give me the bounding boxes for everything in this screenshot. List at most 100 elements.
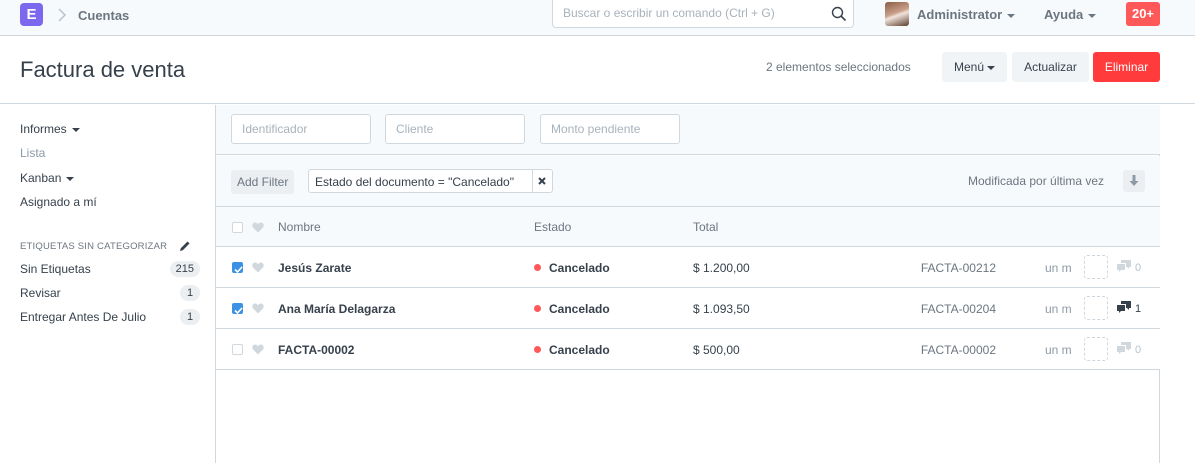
list-panel: Add Filter Estado del documento = "Cance…: [215, 105, 1160, 463]
customer-filter-input[interactable]: [385, 114, 525, 144]
row-total: $ 1.093,50: [693, 302, 750, 316]
row-modified: un m: [1045, 261, 1072, 275]
assign-placeholder[interactable]: [1084, 296, 1108, 320]
row-title[interactable]: Jesús Zarate: [278, 261, 351, 275]
user-menu[interactable]: Administrator: [917, 7, 1016, 22]
tag-label: Revisar: [20, 286, 61, 300]
caret-down-icon: [71, 127, 80, 132]
outstanding-filter-input[interactable]: [540, 114, 680, 144]
tag-count: 215: [169, 261, 200, 277]
tag-label: Sin Etiquetas: [20, 262, 91, 276]
heart-icon[interactable]: [252, 262, 264, 273]
select-all-checkbox[interactable]: [232, 222, 243, 233]
row-title[interactable]: FACTA-00002: [278, 343, 354, 357]
status-badge[interactable]: Cancelado: [549, 302, 610, 316]
assign-placeholder[interactable]: [1084, 255, 1108, 279]
help-label: Ayuda: [1044, 7, 1084, 22]
sidebar-item-label: Kanban: [20, 171, 62, 185]
check-icon: [234, 266, 243, 274]
list-row[interactable]: Ana María Delagarza Cancelado $ 1.093,50…: [216, 288, 1160, 329]
sidebar-tag[interactable]: Sin Etiquetas 215: [20, 260, 200, 278]
list-row[interactable]: FACTA-00002 Cancelado $ 500,00 FACTA-000…: [216, 329, 1160, 370]
row-total: $ 1.200,00: [693, 261, 750, 275]
heart-icon[interactable]: [252, 222, 264, 233]
divider: [532, 170, 533, 192]
sidebar: Informes Lista Kanban Asignado a mí ETIQ…: [0, 105, 215, 463]
search-icon[interactable]: [831, 6, 847, 22]
app-logo[interactable]: E: [20, 3, 43, 26]
menu-button[interactable]: Menú: [942, 52, 1007, 82]
filter-tag[interactable]: Estado del documento = "Cancelado": [308, 169, 553, 193]
sort-selector[interactable]: Modificada por última vez: [968, 174, 1104, 188]
assign-placeholder[interactable]: [1084, 337, 1108, 361]
status-badge[interactable]: Cancelado: [549, 343, 610, 357]
breadcrumb[interactable]: Cuentas: [78, 8, 129, 23]
row-id: FACTA-00204: [920, 302, 996, 316]
status-indicator: [534, 346, 541, 353]
delete-button[interactable]: Eliminar: [1093, 52, 1160, 82]
search-input[interactable]: [563, 6, 823, 20]
filter-tag-label: Estado del documento = "Cancelado": [315, 175, 514, 189]
status-indicator: [534, 264, 541, 271]
sidebar-item-assigned[interactable]: Asignado a mí: [20, 195, 97, 209]
check-icon: [234, 307, 243, 315]
navbar: E Cuentas Administrator Ayuda 20+: [0, 0, 1195, 36]
row-checkbox[interactable]: [232, 303, 243, 315]
tag-label: Entregar Antes De Julio: [20, 310, 147, 324]
caret-down-icon: [987, 65, 996, 70]
column-header-name: Nombre: [278, 220, 321, 234]
sort-order-button[interactable]: [1123, 170, 1145, 192]
pencil-icon[interactable]: [179, 240, 191, 252]
id-filter-input[interactable]: [231, 114, 371, 144]
sidebar-item-label: Informes: [20, 122, 67, 136]
status-indicator: [534, 305, 541, 312]
sidebar-tag[interactable]: Entregar Antes De Julio 1: [20, 308, 200, 326]
sidebar-tag[interactable]: Revisar 1: [20, 284, 200, 302]
awesome-bar[interactable]: [552, 0, 854, 28]
chevron-right-icon: [58, 8, 67, 22]
comment-icon: [1117, 301, 1131, 313]
caret-down-icon: [1007, 13, 1016, 18]
caret-down-icon: [1088, 13, 1097, 18]
list-header: Nombre Estado Total: [216, 207, 1160, 247]
comment-icon: [1117, 342, 1131, 354]
row-checkbox[interactable]: [232, 262, 243, 274]
row-title[interactable]: Ana María Delagarza: [278, 302, 395, 316]
sidebar-item-kanban[interactable]: Kanban: [20, 171, 75, 185]
row-modified: un m: [1045, 343, 1072, 357]
help-menu[interactable]: Ayuda: [1044, 7, 1097, 22]
standard-filters: [216, 105, 1160, 155]
arrow-down-icon: [1129, 175, 1139, 186]
comment-count: 0: [1135, 344, 1142, 356]
user-name: Administrator: [917, 7, 1003, 22]
tag-count: 1: [180, 285, 200, 301]
row-id: FACTA-00212: [920, 261, 996, 275]
heart-icon[interactable]: [252, 344, 264, 355]
close-icon[interactable]: [537, 176, 547, 186]
row-modified: un m: [1045, 302, 1072, 316]
status-badge[interactable]: Cancelado: [549, 261, 610, 275]
column-header-total: Total: [693, 220, 719, 234]
refresh-button[interactable]: Actualizar: [1012, 52, 1089, 82]
avatar[interactable]: [885, 2, 909, 26]
selected-count: 2 elementos seleccionados: [766, 60, 911, 74]
filter-area: Add Filter Estado del documento = "Cance…: [216, 156, 1160, 207]
page-head: Factura de venta 2 elementos seleccionad…: [0, 36, 1195, 104]
menu-label: Menú: [953, 60, 985, 74]
add-filter-button[interactable]: Add Filter: [231, 170, 295, 194]
comment-count: 0: [1135, 262, 1142, 274]
column-header-status: Estado: [534, 220, 572, 234]
heart-icon[interactable]: [252, 303, 264, 314]
tags-heading: ETIQUETAS SIN CATEGORIZAR: [20, 241, 168, 252]
list-row[interactable]: Jesús Zarate Cancelado $ 1.200,00 FACTA-…: [216, 247, 1160, 288]
page-title: Factura de venta: [20, 57, 186, 82]
tag-count: 1: [180, 309, 200, 325]
row-checkbox[interactable]: [232, 344, 243, 355]
row-total: $ 500,00: [693, 343, 740, 357]
caret-down-icon: [66, 176, 75, 181]
sidebar-item-reports[interactable]: Informes: [20, 122, 80, 136]
sidebar-item-list[interactable]: Lista: [20, 146, 45, 160]
comment-count: 1: [1135, 303, 1142, 315]
row-id: FACTA-00002: [920, 343, 996, 357]
notifications-badge[interactable]: 20+: [1126, 2, 1160, 26]
